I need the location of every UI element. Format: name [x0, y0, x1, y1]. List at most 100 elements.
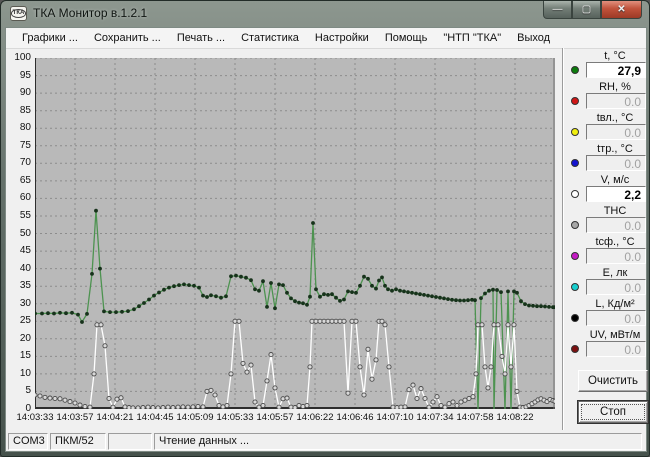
panel-divider [562, 48, 564, 430]
stop-button[interactable]: Стоп [578, 401, 648, 423]
y-tick-label: 25 [20, 316, 31, 326]
menu-item-4[interactable]: Настройки [307, 30, 377, 46]
y-tick-label: 30 [20, 299, 31, 309]
data-point [350, 290, 354, 294]
menu-item-5[interactable]: Помощь [377, 30, 436, 46]
data-point [308, 295, 312, 299]
sensor-label-8: L, Кд/м² [584, 298, 646, 310]
data-point [156, 406, 160, 409]
data-point [277, 405, 281, 409]
data-point [427, 405, 431, 409]
menu-item-1[interactable]: Сохранить ... [86, 30, 169, 46]
data-point [209, 293, 213, 297]
data-point [515, 389, 519, 393]
sensor-label-9: UV, мВт/м [584, 329, 646, 341]
data-point [166, 405, 170, 409]
data-point [68, 400, 72, 404]
title-bar[interactable]: ТКА ТКА Монитор в.1.2.1 — ▢ ✕ [1, 1, 649, 27]
data-point [535, 304, 539, 308]
data-point [237, 319, 241, 323]
minimize-button[interactable]: — [543, 1, 572, 19]
menu-item-6[interactable]: "НТП "ТКА" [435, 30, 509, 46]
sensor-color-dot-9 [571, 345, 579, 353]
sensor-label-2: tвл., °C [584, 112, 646, 124]
data-point [197, 286, 201, 290]
sensor-value-0: 27,9 [586, 62, 646, 78]
data-point [422, 293, 426, 297]
y-tick-label: 20 [20, 334, 31, 344]
data-point [531, 304, 535, 308]
app-window: ТКА ТКА Монитор в.1.2.1 — ▢ ✕ Графики ..… [0, 0, 650, 457]
data-point [402, 290, 406, 294]
data-point [431, 400, 435, 404]
window-title: ТКА Монитор в.1.2.1 [33, 6, 147, 20]
y-tick-label: 35 [20, 281, 31, 291]
data-point [214, 294, 218, 298]
data-point [58, 311, 62, 315]
data-point [63, 398, 67, 402]
menu-item-2[interactable]: Печать ... [169, 30, 233, 46]
close-button[interactable]: ✕ [601, 1, 642, 19]
data-point [314, 287, 318, 291]
clear-button[interactable]: Очистить [578, 370, 648, 392]
sensor-color-dot-0 [571, 66, 579, 74]
data-point [120, 310, 124, 314]
data-point [201, 405, 205, 409]
data-point [362, 393, 366, 397]
data-point [506, 290, 510, 294]
data-point [98, 267, 102, 271]
data-point [503, 372, 507, 376]
x-tick-label: 14:05:57 [257, 412, 294, 423]
sensor-label-1: RH, % [584, 81, 646, 93]
data-point [435, 395, 439, 399]
data-point [305, 403, 309, 407]
data-point [390, 289, 394, 293]
menu-item-0[interactable]: Графики ... [14, 30, 86, 46]
data-point [147, 298, 151, 302]
data-point [35, 312, 37, 316]
data-point [442, 297, 446, 301]
sensor-value-7: 0.0 [586, 279, 646, 295]
sensor-label-4: V, м/с [584, 174, 646, 186]
data-point [394, 287, 398, 291]
y-tick-label: 95 [20, 71, 31, 81]
data-point [383, 323, 387, 327]
x-tick-label: 14:07:58 [457, 412, 494, 423]
data-point [234, 274, 238, 278]
y-tick-label: 70 [20, 158, 31, 168]
sensor-color-dot-3 [571, 159, 579, 167]
data-point [318, 295, 322, 299]
chart-plot[interactable] [35, 58, 555, 409]
data-point [277, 283, 281, 287]
sensor-color-dot-2 [571, 128, 579, 136]
data-point [126, 309, 130, 313]
data-point [64, 311, 68, 315]
x-tick-label: 14:08:22 [497, 412, 534, 423]
maximize-button[interactable]: ▢ [572, 1, 601, 19]
data-point [245, 370, 249, 374]
y-tick-label: 65 [20, 176, 31, 186]
data-point [181, 405, 185, 409]
data-point [358, 284, 362, 288]
sensor-label-7: Е, лк [584, 267, 646, 279]
menu-item-3[interactable]: Статистика [233, 30, 307, 46]
sensor-label-6: tсф., °C [584, 236, 646, 248]
data-point [387, 365, 391, 369]
data-point [370, 377, 374, 381]
data-point [297, 403, 301, 407]
y-tick-label: 40 [20, 264, 31, 274]
sensor-color-dot-1 [571, 97, 579, 105]
data-point [458, 299, 462, 303]
data-point [462, 299, 466, 303]
status-cell-0: COM3 [8, 433, 48, 450]
data-point [496, 323, 500, 327]
data-point [78, 403, 82, 407]
data-point [383, 284, 387, 288]
data-point [161, 406, 165, 410]
data-point [58, 397, 62, 401]
data-point [500, 354, 504, 358]
app-icon[interactable]: ТКА [10, 6, 27, 21]
menu-item-7[interactable]: Выход [509, 30, 558, 46]
data-point [487, 289, 491, 293]
x-tick-label: 14:03:33 [17, 412, 54, 423]
